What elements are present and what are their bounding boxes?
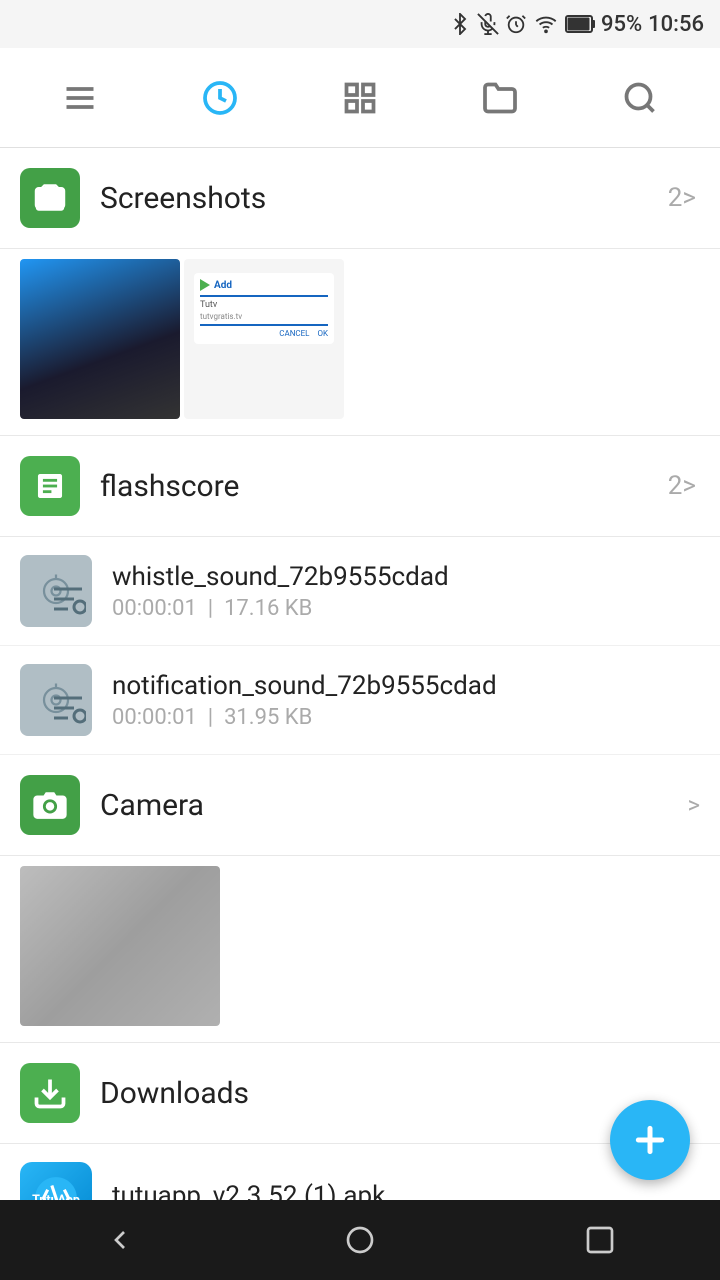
bluetooth-icon: [449, 13, 471, 35]
clock: 10:56: [648, 12, 704, 37]
notification-file-icon: [20, 664, 92, 736]
camera-icon: [20, 775, 80, 835]
apk-icon: TutuApp: [20, 1162, 92, 1200]
note-icon-2: [50, 690, 86, 730]
downloads-title: Downloads: [100, 1076, 700, 1111]
flashscore-section-header[interactable]: flashscore 2>: [0, 436, 720, 537]
mute-icon: [477, 13, 499, 35]
content-area: Screenshots 2> Add Tutv tutvgratis.tv Ca…: [0, 148, 720, 1200]
wifi-icon: [533, 13, 559, 35]
apk-info: tutuapp_v2.3.52 (1).apk: [112, 1181, 700, 1200]
screenshot-thumb-2[interactable]: Add Tutv tutvgratis.tv Cancel Ok: [184, 259, 344, 419]
camera-chevron: >: [687, 791, 700, 819]
fab-button[interactable]: [610, 1100, 690, 1180]
notification-file-name: notification_sound_72b9555cdad: [112, 671, 700, 701]
recent-button[interactable]: [190, 68, 250, 128]
battery-icon: [565, 15, 595, 33]
battery-percent: 95%: [601, 12, 642, 37]
file-item-whistle[interactable]: whistle_sound_72b9555cdad 00:00:01 | 17.…: [0, 537, 720, 646]
camera-thumbnails: [0, 856, 720, 1043]
screenshots-section-header[interactable]: Screenshots 2>: [0, 148, 720, 249]
downloads-icon: [20, 1063, 80, 1123]
whistle-file-name: whistle_sound_72b9555cdad: [112, 562, 700, 592]
search-button[interactable]: [610, 68, 670, 128]
whistle-file-meta: 00:00:01 | 17.16 KB: [112, 596, 700, 621]
notification-file-info: notification_sound_72b9555cdad 00:00:01 …: [112, 671, 700, 730]
status-icons: 95% 10:56: [449, 12, 704, 37]
screenshots-title: Screenshots: [100, 181, 668, 216]
back-button[interactable]: [90, 1210, 150, 1270]
toolbar: [0, 48, 720, 148]
file-item-notification[interactable]: notification_sound_72b9555cdad 00:00:01 …: [0, 646, 720, 755]
folder-button[interactable]: [470, 68, 530, 128]
screenshots-icon: [20, 168, 80, 228]
note-icon: [50, 581, 86, 621]
recents-button[interactable]: [570, 1210, 630, 1270]
bottom-nav: [0, 1200, 720, 1280]
camera-title: Camera: [100, 788, 687, 823]
flashscore-count: 2>: [668, 471, 696, 501]
grid-button[interactable]: [330, 68, 390, 128]
whistle-file-icon: [20, 555, 92, 627]
camera-thumb-img[interactable]: [20, 866, 220, 1026]
screenshot-thumb-1[interactable]: [20, 259, 180, 419]
status-bar: 95% 10:56: [0, 0, 720, 48]
whistle-file-info: whistle_sound_72b9555cdad 00:00:01 | 17.…: [112, 562, 700, 621]
notification-file-meta: 00:00:01 | 31.95 KB: [112, 705, 700, 730]
home-button[interactable]: [330, 1210, 390, 1270]
screenshots-thumbnails: Add Tutv tutvgratis.tv Cancel Ok: [0, 249, 720, 436]
screenshots-count: 2>: [668, 183, 696, 213]
svg-text:TutuApp: TutuApp: [32, 1193, 80, 1200]
apk-name: tutuapp_v2.3.52 (1).apk: [112, 1181, 700, 1200]
flashscore-title: flashscore: [100, 469, 668, 504]
flashscore-icon: [20, 456, 80, 516]
menu-button[interactable]: [50, 68, 110, 128]
alarm-icon: [505, 13, 527, 35]
camera-section-header[interactable]: Camera >: [0, 755, 720, 856]
